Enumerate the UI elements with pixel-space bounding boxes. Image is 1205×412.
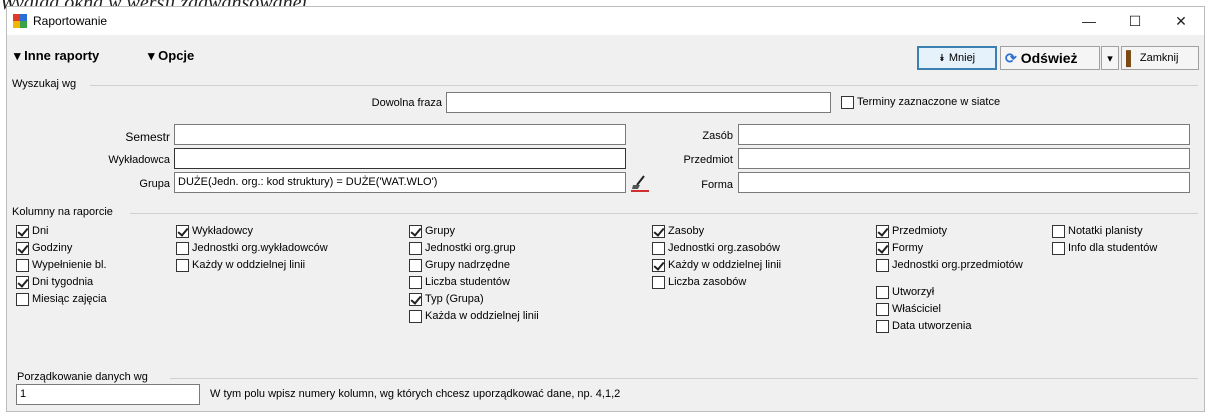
column-checkbox-data-utworzenia[interactable]: Data utworzenia	[876, 319, 972, 333]
columns-col2: Wykładowcy Jednostki org.wykładowców Każ…	[176, 224, 328, 272]
terms-checkbox[interactable]: Terminy zaznaczone w siatce	[841, 95, 1000, 109]
column-checkbox-miesiac[interactable]: Miesiąc zajęcia	[16, 292, 107, 306]
semester-input[interactable]	[174, 124, 626, 145]
checkbox-box	[841, 95, 854, 109]
close-window-button[interactable]: ✕	[1158, 7, 1204, 35]
column-checkbox-dni[interactable]: Dni	[16, 224, 107, 238]
window-title: Raportowanie	[33, 14, 108, 28]
collapse-icon: ⯯	[938, 52, 945, 64]
columns-group-label: Kolumny na raporcie	[12, 206, 113, 218]
column-checkbox-wypelnienie[interactable]: Wypełnienie bl.	[16, 258, 107, 272]
close-button[interactable]: ▌ Zamknij	[1121, 46, 1199, 70]
columns-group-divider	[130, 213, 1198, 214]
refresh-button[interactable]: ⟳ Odśwież	[1000, 46, 1100, 70]
columns-col5b: Utworzył Właściciel Data utworzenia	[876, 285, 972, 333]
lecturer-label: Wykładowca	[108, 154, 170, 166]
order-hint: W tym polu wpisz numery kolumn, wg który…	[210, 388, 621, 400]
columns-col5: Przedmioty Formy Jednostki org.przedmiot…	[876, 224, 1023, 272]
column-checkbox-grupy-nadrzedne[interactable]: Grupy nadrzędne	[409, 258, 539, 272]
column-checkbox-grupy[interactable]: Grupy	[409, 224, 539, 238]
exit-door-icon: ▌	[1126, 50, 1136, 66]
columns-col6: Notatki planisty Info dla studentów	[1052, 224, 1157, 255]
phrase-label: Dowolna fraza	[371, 97, 442, 109]
subject-label: Przedmiot	[683, 154, 733, 166]
group-label: Grupa	[139, 178, 170, 190]
column-checkbox-typ-grupa[interactable]: Typ (Grupa)	[409, 292, 539, 306]
order-group-divider	[170, 378, 1198, 379]
column-checkbox-liczba-studentow[interactable]: Liczba studentów	[409, 275, 539, 289]
order-group-label: Porządkowanie danych wg	[17, 371, 148, 383]
column-checkbox-jedn-przedmiotow[interactable]: Jednostki org.przedmiotów	[876, 258, 1023, 272]
column-checkbox-jedn-grup[interactable]: Jednostki org.grup	[409, 241, 539, 255]
column-checkbox-wlasciciel[interactable]: Właściciel	[876, 302, 972, 316]
column-checkbox-kazdy-wykladowca[interactable]: Każdy w oddzielnej linii	[176, 258, 328, 272]
column-checkbox-przedmioty[interactable]: Przedmioty	[876, 224, 1023, 238]
chevron-down-icon: ▾	[14, 48, 25, 63]
column-checkbox-wykladowcy[interactable]: Wykładowcy	[176, 224, 328, 238]
other-reports-menu[interactable]: ▾ Inne raporty	[14, 48, 99, 64]
resource-input[interactable]	[738, 124, 1190, 145]
less-button[interactable]: ⯯ Mniej	[917, 46, 997, 70]
column-checkbox-info-studentow[interactable]: Info dla studentów	[1052, 241, 1157, 255]
form-input[interactable]	[738, 172, 1190, 193]
columns-col4: Zasoby Jednostki org.zasobów Każdy w odd…	[652, 224, 781, 289]
column-checkbox-godziny[interactable]: Godziny	[16, 241, 107, 255]
column-checkbox-utworzyl[interactable]: Utworzył	[876, 285, 972, 299]
maximize-button[interactable]: ☐	[1112, 7, 1158, 35]
column-checkbox-formy[interactable]: Formy	[876, 241, 1023, 255]
column-checkbox-jedn-wykladowcow[interactable]: Jednostki org.wykładowców	[176, 241, 328, 255]
columns-col1: Dni Godziny Wypełnienie bl. Dni tygodnia…	[16, 224, 107, 306]
subject-input[interactable]	[738, 148, 1190, 169]
column-checkbox-notatki[interactable]: Notatki planisty	[1052, 224, 1157, 238]
form-label: Forma	[701, 179, 733, 191]
column-checkbox-zasoby[interactable]: Zasoby	[652, 224, 781, 238]
title-bar: Raportowanie — ☐ ✕	[7, 7, 1204, 35]
search-group-divider	[90, 85, 1198, 86]
minimize-button[interactable]: —	[1066, 7, 1112, 35]
lecturer-input[interactable]	[174, 148, 626, 169]
resource-label: Zasób	[702, 130, 733, 142]
semester-label: Semestr	[125, 130, 170, 144]
app-icon	[13, 14, 27, 28]
group-input[interactable]: DUŻE(Jedn. org.: kod struktury) = DUŻE('…	[174, 172, 626, 193]
columns-col3: Grupy Jednostki org.grup Grupy nadrzędne…	[409, 224, 539, 323]
column-checkbox-kazda-grupa[interactable]: Każda w oddzielnej linii	[409, 309, 539, 323]
refresh-dropdown-button[interactable]: ▾	[1101, 46, 1119, 70]
column-checkbox-jedn-zasobow[interactable]: Jednostki org.zasobów	[652, 241, 781, 255]
column-checkbox-kazdy-zasob[interactable]: Każdy w oddzielnej linii	[652, 258, 781, 272]
phrase-input[interactable]	[446, 92, 831, 113]
options-menu[interactable]: ▾ Opcje	[148, 48, 194, 64]
column-checkbox-dni-tygodnia[interactable]: Dni tygodnia	[16, 275, 107, 289]
chevron-down-icon: ▾	[1107, 52, 1113, 65]
refresh-icon: ⟳	[1005, 49, 1017, 66]
order-input[interactable]: 1	[16, 384, 200, 405]
column-checkbox-liczba-zasobow[interactable]: Liczba zasobów	[652, 275, 781, 289]
chevron-down-icon: ▾	[148, 48, 159, 63]
search-group-label: Wyszukaj wg	[12, 78, 77, 90]
